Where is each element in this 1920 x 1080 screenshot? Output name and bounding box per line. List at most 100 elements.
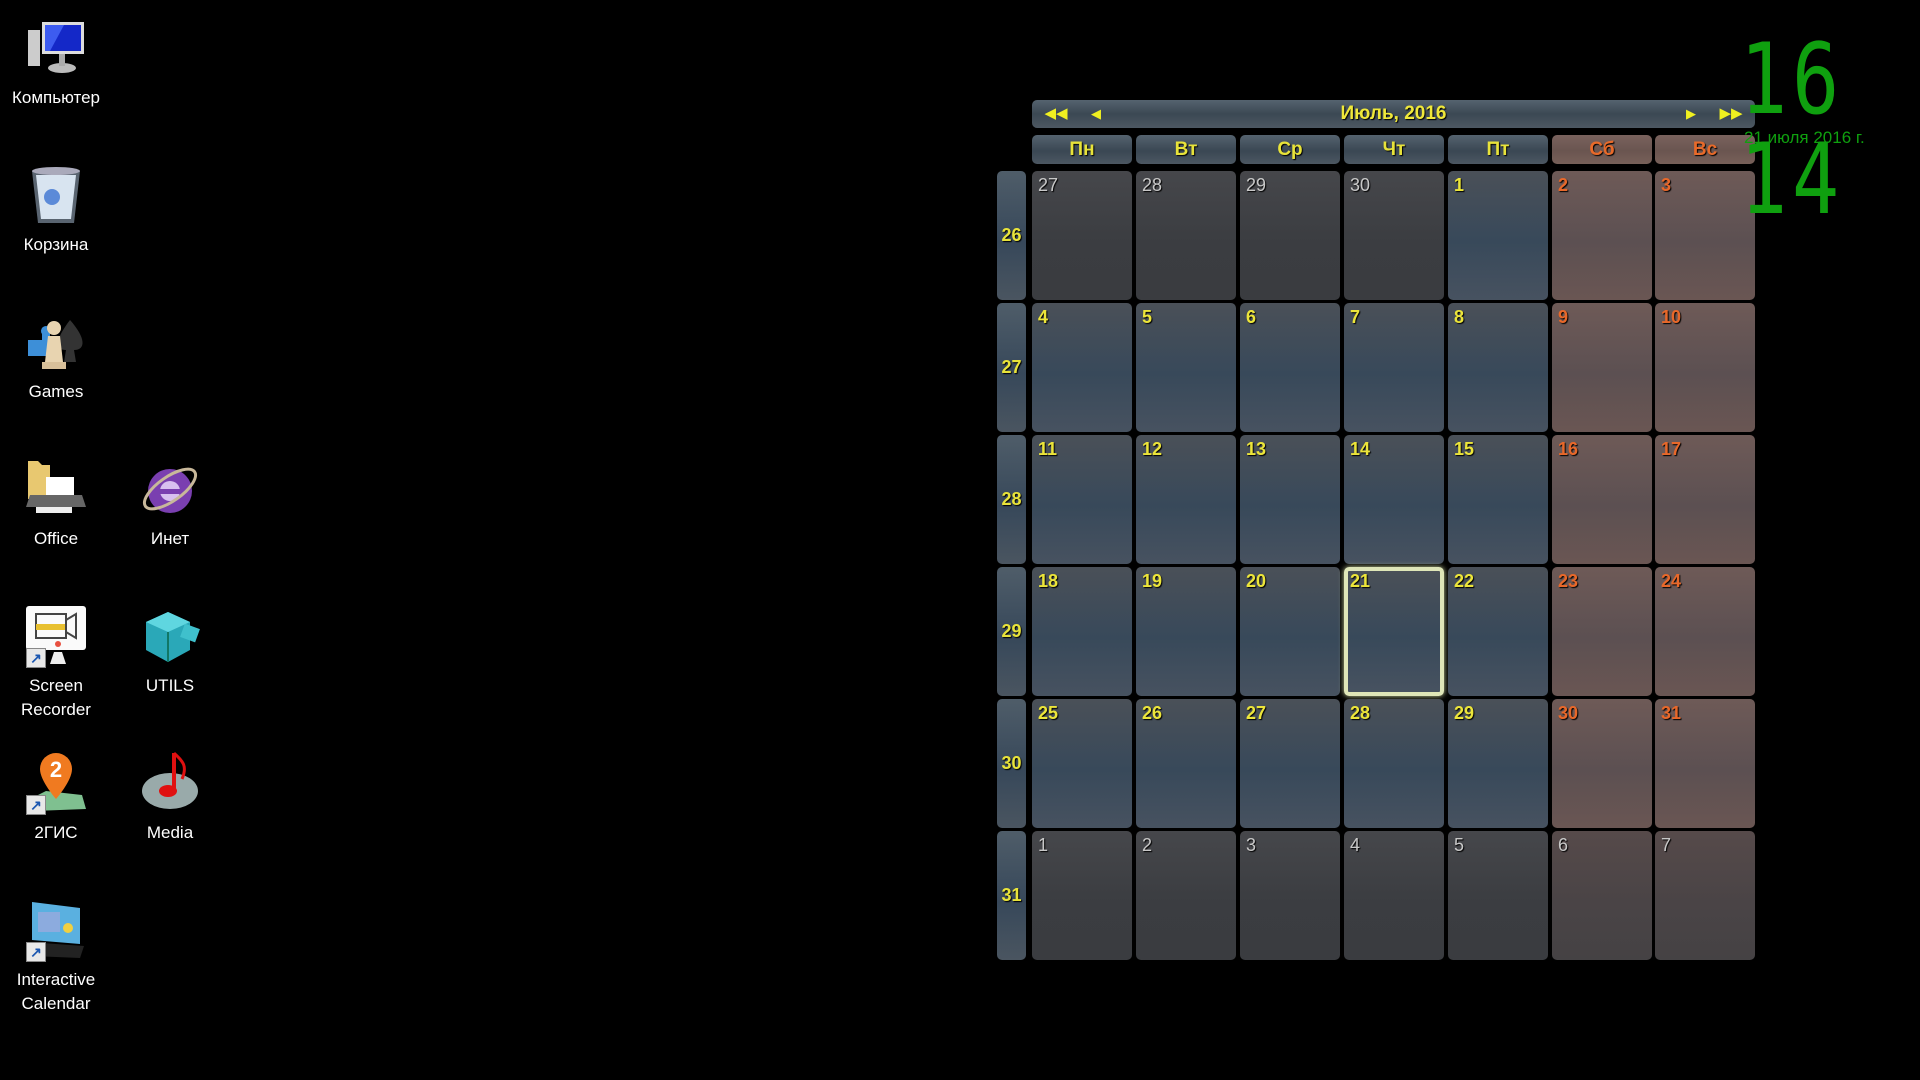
desktop-icon[interactable]: UTILS — [114, 604, 226, 698]
day-cell[interactable]: 25 — [1032, 699, 1132, 828]
calendar-header: Июль, 2016 ◀◀ ◀ ▶ ▶▶ — [1032, 100, 1755, 128]
day-cell[interactable]: 23 — [1552, 567, 1652, 696]
day-cell[interactable]: 24 — [1655, 567, 1755, 696]
weekday-header: Вт — [1136, 135, 1236, 164]
desktop-icon[interactable]: Office — [0, 457, 112, 551]
week-number[interactable]: 26 — [997, 171, 1026, 300]
day-cell[interactable]: 6 — [1552, 831, 1652, 960]
prev-month-button[interactable]: ◀ — [1082, 100, 1110, 128]
day-cell[interactable]: 1 — [1448, 171, 1548, 300]
day-cell[interactable]: 28 — [1136, 171, 1236, 300]
day-number: 24 — [1661, 571, 1682, 591]
day-cell[interactable]: 30 — [1344, 171, 1444, 300]
desktop-icon-label: 2ГИС — [34, 823, 78, 842]
day-cell[interactable]: 7 — [1344, 303, 1444, 432]
desktop-icon-label: Interactive Calendar — [16, 970, 96, 1013]
month-title: Июль, 2016 — [1340, 103, 1447, 124]
day-number: 26 — [1142, 703, 1163, 723]
day-number: 10 — [1661, 307, 1682, 327]
desktop-icon-label: UTILS — [145, 676, 195, 695]
week-number[interactable]: 28 — [997, 435, 1026, 564]
day-cell[interactable]: 10 — [1655, 303, 1755, 432]
clock-date: 21 июля 2016 г. — [1744, 128, 1865, 147]
day-cell[interactable]: 7 — [1655, 831, 1755, 960]
day-number: 1 — [1454, 175, 1465, 195]
day-cell[interactable]: 5 — [1448, 831, 1548, 960]
day-number: 15 — [1454, 439, 1475, 459]
desktop-icon[interactable]: Корзина — [0, 163, 112, 257]
day-cell[interactable]: 4 — [1344, 831, 1444, 960]
day-cell[interactable]: 16 — [1552, 435, 1652, 564]
day-cell[interactable]: 8 — [1448, 303, 1548, 432]
day-number: 27 — [1038, 175, 1059, 195]
day-cell[interactable]: 4 — [1032, 303, 1132, 432]
desktop-icon[interactable]: 2 ↗ 2ГИС — [0, 751, 112, 845]
day-number: 11 — [1038, 439, 1058, 459]
day-cell[interactable]: 29 — [1448, 699, 1548, 828]
day-number: 19 — [1142, 571, 1163, 591]
day-number: 4 — [1350, 835, 1361, 855]
day-cell[interactable]: 30 — [1552, 699, 1652, 828]
day-cell[interactable]: 3 — [1240, 831, 1340, 960]
day-cell[interactable]: 9 — [1552, 303, 1652, 432]
day-cell[interactable]: 27 — [1240, 699, 1340, 828]
prev-year-button[interactable]: ◀◀ — [1042, 100, 1070, 128]
day-cell[interactable]: 22 — [1448, 567, 1548, 696]
day-cell[interactable]: 11 — [1032, 435, 1132, 564]
day-cell[interactable]: 2 — [1552, 171, 1652, 300]
day-number: 28 — [1350, 703, 1371, 723]
desktop-icon-label: Корзина — [23, 235, 89, 254]
day-cell[interactable]: 5 — [1136, 303, 1236, 432]
day-number: 14 — [1350, 439, 1371, 459]
day-cell[interactable]: 15 — [1448, 435, 1548, 564]
desktop-icon[interactable]: Media — [114, 751, 226, 845]
day-cell[interactable]: 19 — [1136, 567, 1236, 696]
day-number: 12 — [1142, 439, 1163, 459]
day-cell[interactable]: 29 — [1240, 171, 1340, 300]
day-number: 22 — [1454, 571, 1475, 591]
day-cell[interactable]: 6 — [1240, 303, 1340, 432]
weekday-header: Чт — [1344, 135, 1444, 164]
desktop-icon[interactable]: Инет — [114, 457, 226, 551]
internet-explorer-icon — [138, 457, 202, 521]
day-cell[interactable]: 27 — [1032, 171, 1132, 300]
day-cell[interactable]: 12 — [1136, 435, 1236, 564]
desktop-icon[interactable]: Games — [0, 310, 112, 404]
shortcut-arrow-icon: ↗ — [26, 648, 46, 668]
shortcut-arrow-icon: ↗ — [26, 942, 46, 962]
desktop-icon[interactable]: ↗ Screen Recorder — [0, 604, 112, 722]
day-cell[interactable]: 14 — [1344, 435, 1444, 564]
day-number: 3 — [1246, 835, 1257, 855]
desktop-icon-label: Media — [146, 823, 194, 842]
day-cell[interactable]: 31 — [1655, 699, 1755, 828]
recycle-bin-icon — [24, 163, 88, 227]
day-cell[interactable]: 18 — [1032, 567, 1132, 696]
day-number: 16 — [1558, 439, 1579, 459]
music-disc-icon — [138, 751, 202, 815]
weekday-header: Сб — [1552, 135, 1652, 164]
computer-icon — [24, 16, 88, 80]
day-number: 5 — [1454, 835, 1465, 855]
desktop-icon[interactable]: Компьютер — [0, 16, 112, 110]
week-number[interactable]: 30 — [997, 699, 1026, 828]
desktop-icon[interactable]: ↗ Interactive Calendar — [0, 898, 112, 1016]
day-number: 5 — [1142, 307, 1153, 327]
desktop-icon-label: Инет — [150, 529, 190, 548]
day-cell[interactable]: 1 — [1032, 831, 1132, 960]
day-cell[interactable]: 28 — [1344, 699, 1444, 828]
day-cell[interactable]: 13 — [1240, 435, 1340, 564]
week-number[interactable]: 31 — [997, 831, 1026, 960]
day-cell[interactable]: 17 — [1655, 435, 1755, 564]
day-number: 7 — [1350, 307, 1361, 327]
desktop-icon-label: Screen Recorder — [21, 676, 91, 719]
day-number: 1 — [1038, 835, 1049, 855]
day-cell[interactable]: 2 — [1136, 831, 1236, 960]
day-cell-today[interactable]: 21 — [1344, 567, 1444, 696]
next-month-button[interactable]: ▶ — [1677, 100, 1705, 128]
day-cell[interactable]: 26 — [1136, 699, 1236, 828]
desktop-icon-label: Компьютер — [12, 88, 100, 107]
day-cell[interactable]: 20 — [1240, 567, 1340, 696]
week-number[interactable]: 29 — [997, 567, 1026, 696]
week-number[interactable]: 27 — [997, 303, 1026, 432]
cube-icon — [138, 604, 202, 668]
